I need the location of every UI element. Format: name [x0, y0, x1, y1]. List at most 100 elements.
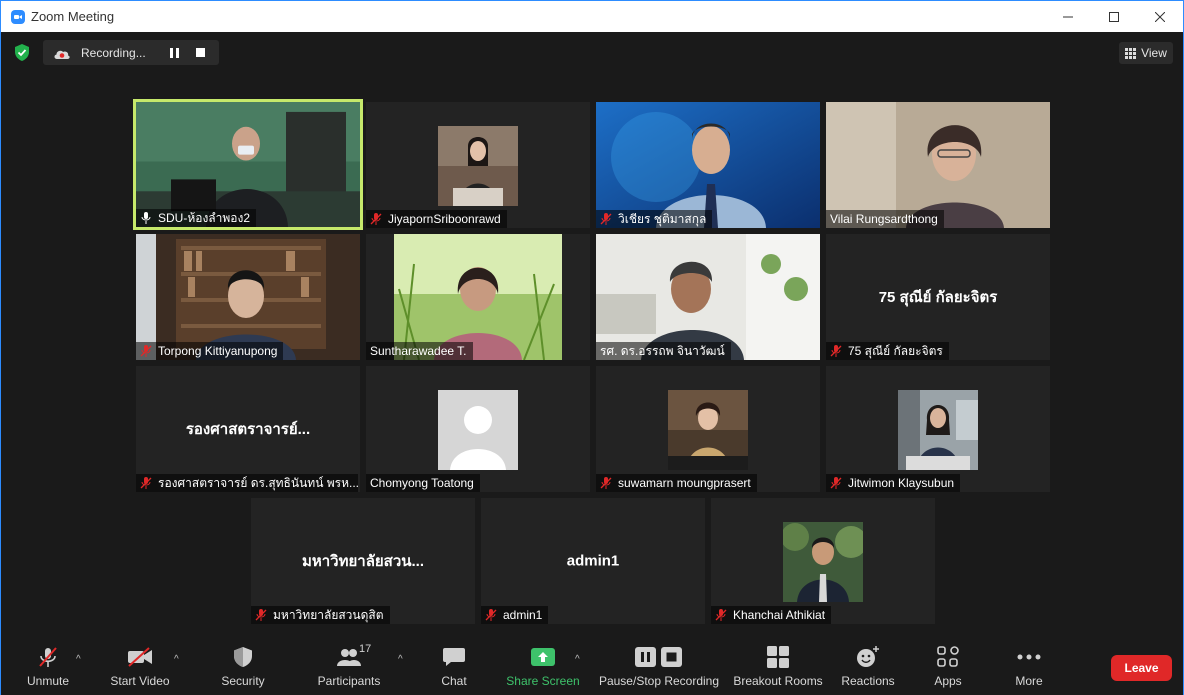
participant-name: วิเชียร ชุติมาสกุล — [618, 211, 707, 226]
participant-name-tag: SDU-ห้องลำพอง2 — [136, 209, 257, 227]
participants-label: Participants — [317, 674, 381, 688]
participant-name-tag: Chomyong Toatong — [366, 474, 480, 492]
participant-name-tag: Khanchai Athikiat — [711, 606, 832, 624]
share-screen-button[interactable]: Share Screen — [503, 638, 583, 695]
video-tile[interactable]: Suntharawadee T. — [366, 234, 590, 360]
video-tile[interactable]: วิเชียร ชุติมาสกุล — [596, 102, 820, 228]
video-tile[interactable]: 75 สุณีย์ กัลยะจิตร 75 สุณีย์ กัลยะจิตร — [826, 234, 1050, 360]
video-tile[interactable]: Jitwimon Klaysubun — [826, 366, 1050, 492]
reactions-label: Reactions — [841, 674, 895, 688]
video-tile[interactable]: Khanchai Athikiat — [711, 498, 935, 624]
participant-name-tag: admin1 — [481, 606, 549, 624]
participant-display-name: 75 สุณีย์ กัลยะจิตร — [878, 289, 998, 306]
reactions-button[interactable]: Reactions — [837, 638, 899, 695]
title-bar: Zoom Meeting — [1, 1, 1183, 32]
start-video-button[interactable]: Start Video — [105, 638, 175, 695]
participant-name-tag: มหาวิทยาลัยสวนดุสิต — [251, 606, 390, 624]
video-tile[interactable]: admin1 admin1 — [481, 498, 705, 624]
recording-label: Recording... — [81, 45, 146, 60]
chat-button[interactable]: Chat — [429, 638, 479, 695]
microphone-muted-icon — [255, 609, 267, 621]
participant-name: admin1 — [503, 608, 543, 622]
security-shield-icon — [230, 646, 256, 668]
close-icon — [1155, 11, 1165, 22]
close-button[interactable] — [1137, 1, 1183, 32]
stop-recording-button[interactable] — [187, 40, 213, 65]
apps-label: Apps — [934, 674, 962, 688]
video-camera-off-icon — [127, 646, 153, 668]
participant-name-tag: รศ. ดร.อรรถพ จินาวัฒน์ — [596, 342, 731, 360]
participant-display-name: มหาวิทยาลัยสวน... — [301, 553, 425, 570]
encryption-shield-icon[interactable] — [14, 44, 30, 61]
participant-video — [783, 522, 863, 602]
stop-icon — [195, 48, 205, 57]
apps-icon — [935, 646, 961, 668]
maximize-icon — [1109, 11, 1119, 22]
video-tile[interactable]: Torpong Kittiyanupong — [136, 234, 360, 360]
audio-options-chevron-icon[interactable]: ^ — [76, 654, 81, 665]
participant-name: มหาวิทยาลัยสวนดุสิต — [273, 607, 384, 622]
participant-video — [438, 126, 518, 206]
participant-name: 75 สุณีย์ กัลยะจิตร — [848, 343, 943, 358]
maximize-button[interactable] — [1091, 1, 1137, 32]
video-gallery: Recording... View SDU-ห้องลำพอง2 Jiyapor… — [1, 32, 1183, 638]
participants-icon: 17 — [325, 643, 373, 668]
video-tile[interactable]: Vilai Rungsardthong — [826, 102, 1050, 228]
view-label: View — [1141, 46, 1167, 60]
microphone-muted-icon — [140, 477, 152, 489]
more-button[interactable]: More — [1004, 638, 1054, 695]
microphone-muted-icon — [35, 646, 61, 668]
meeting-toolbar: Unmute ^ Start Video ^ Security 17 Parti… — [1, 638, 1183, 695]
participant-display-name: รองศาสตราจารย์... — [185, 421, 311, 438]
pause-stop-recording-label: Pause/Stop Recording — [598, 674, 720, 688]
participant-name-tag: รองศาสตราจารย์ ดร.สุทธินันทน์ พรห... — [136, 474, 358, 492]
pause-recording-button[interactable] — [161, 40, 187, 65]
security-button[interactable]: Security — [213, 638, 273, 695]
participant-name: SDU-ห้องลำพอง2 — [158, 210, 251, 225]
participants-options-chevron-icon[interactable]: ^ — [398, 654, 403, 665]
participant-name-tag: Jitwimon Klaysubun — [826, 474, 961, 492]
video-tile-active-speaker[interactable]: SDU-ห้องลำพอง2 — [133, 99, 363, 230]
participant-name-tag: suwamarn moungprasert — [596, 474, 757, 492]
participant-display-name: admin1 — [566, 552, 620, 570]
participants-button[interactable]: 17 Participants — [313, 638, 385, 695]
video-tile[interactable]: รศ. ดร.อรรถพ จินาวัฒน์ — [596, 234, 820, 360]
participant-name-tag: Suntharawadee T. — [366, 342, 473, 360]
participant-name-tag: 75 สุณีย์ กัลยะจิตร — [826, 342, 949, 360]
participant-video — [668, 390, 748, 470]
cloud-recording-icon — [53, 47, 71, 59]
leave-button[interactable]: Leave — [1111, 655, 1172, 681]
microphone-icon — [141, 212, 151, 224]
participant-name-tag: JiyapornSriboonrawd — [366, 210, 507, 228]
video-tile[interactable]: Chomyong Toatong — [366, 366, 590, 492]
video-options-chevron-icon[interactable]: ^ — [174, 654, 179, 665]
zoom-meeting-window: Zoom Meeting Recording... View SDU-ห้องล… — [0, 0, 1184, 695]
video-tile[interactable]: รองศาสตราจารย์... รองศาสตราจารย์ ดร.สุทธ… — [136, 366, 360, 492]
video-tile[interactable]: JiyapornSriboonrawd — [366, 102, 590, 228]
breakout-rooms-button[interactable]: Breakout Rooms — [731, 638, 825, 695]
video-tile[interactable]: มหาวิทยาลัยสวน... มหาวิทยาลัยสวนดุสิต — [251, 498, 475, 624]
minimize-button[interactable] — [1045, 1, 1091, 32]
participant-name-tag: วิเชียร ชุติมาสกุล — [596, 210, 713, 228]
share-options-chevron-icon[interactable]: ^ — [575, 654, 580, 665]
minimize-icon — [1063, 16, 1073, 17]
microphone-muted-icon — [485, 609, 497, 621]
participant-name: Chomyong Toatong — [370, 476, 474, 490]
apps-button[interactable]: Apps — [923, 638, 973, 695]
participant-name: Jitwimon Klaysubun — [848, 476, 955, 490]
start-video-label: Start Video — [110, 674, 170, 688]
participant-name: Khanchai Athikiat — [733, 608, 826, 622]
security-label: Security — [221, 674, 265, 688]
unmute-button[interactable]: Unmute — [18, 638, 78, 695]
participant-name-tag: Vilai Rungsardthong — [826, 210, 944, 228]
participants-count: 17 — [359, 643, 372, 655]
microphone-muted-icon — [830, 477, 842, 489]
view-button[interactable]: View — [1119, 42, 1173, 64]
breakout-rooms-grid-icon — [765, 646, 791, 668]
participant-name: รศ. ดร.อรรถพ จินาวัฒน์ — [600, 343, 725, 358]
pause-stop-recording-button[interactable]: Pause/Stop Recording — [597, 638, 721, 695]
microphone-muted-icon — [140, 345, 152, 357]
video-tile[interactable]: suwamarn moungprasert — [596, 366, 820, 492]
unmute-label: Unmute — [26, 674, 70, 688]
chat-bubble-icon — [441, 646, 467, 668]
